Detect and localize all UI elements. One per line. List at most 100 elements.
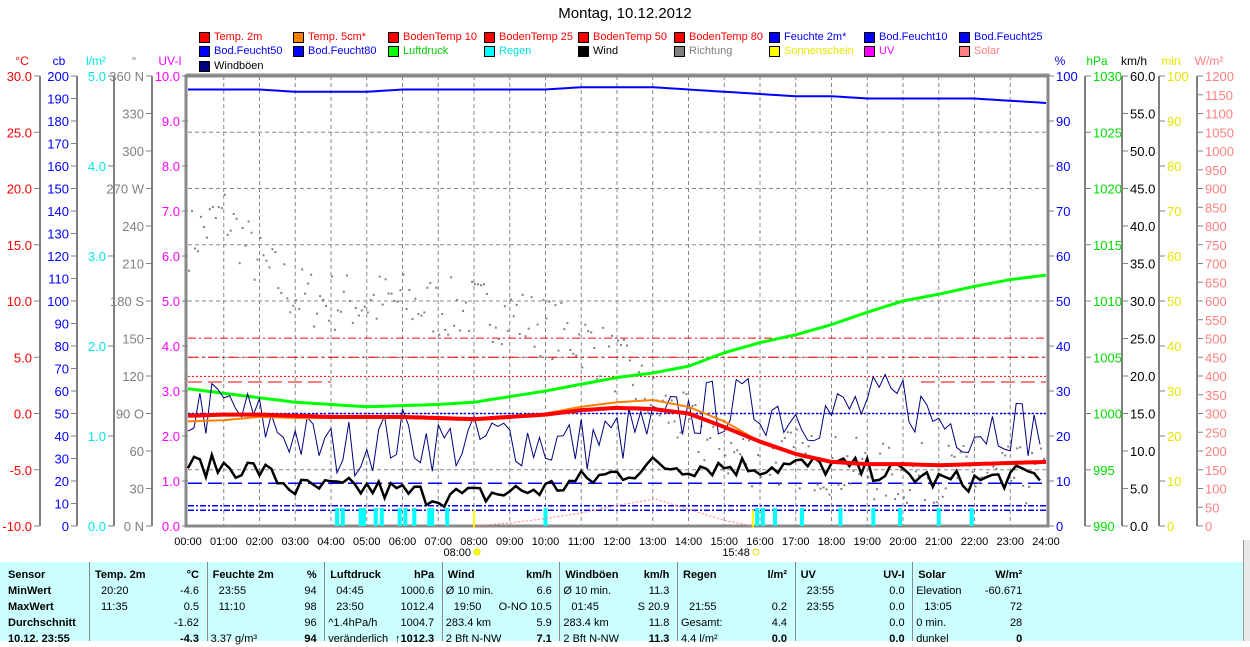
direction-dot [268, 266, 271, 269]
direction-dot [220, 207, 223, 210]
direction-dot [229, 229, 232, 232]
direction-dot [208, 208, 211, 211]
sun-icon [473, 548, 481, 556]
direction-dot [748, 439, 751, 442]
direction-dot [727, 472, 730, 475]
direction-dot [587, 330, 590, 333]
axis-tick-label: 35.0 [1130, 257, 1155, 272]
cell-value: 0.5 [183, 601, 199, 613]
direction-dot [322, 298, 325, 301]
x-tick-label: 04:00 [317, 536, 345, 548]
axis-tick-label: 30 [55, 452, 69, 467]
column-divider [912, 562, 914, 641]
cell-value: 72 [1009, 601, 1023, 613]
direction-dot [736, 449, 739, 452]
axis-tick-label: 110 [48, 272, 69, 287]
direction-dot [232, 213, 235, 216]
cell-value: 0.0 [889, 633, 905, 645]
axis-tick-label: 120 [47, 249, 69, 264]
direction-dot [381, 303, 384, 306]
direction-dot [527, 327, 530, 330]
axis-tick-label: 40 [1167, 339, 1181, 354]
x-tick-label: 01:00 [210, 536, 238, 548]
rain-bar [936, 508, 941, 526]
column-divider [206, 562, 208, 641]
direction-dot [190, 210, 193, 213]
direction-dot [456, 298, 459, 301]
x-tick-label: 00:00 [174, 536, 202, 548]
axis-tick-label: 90 [1167, 114, 1181, 129]
axis-tick-label: 7.0 [162, 204, 180, 219]
direction-dot [995, 467, 998, 470]
direction-dot [1019, 446, 1022, 449]
cell-value: 96 [304, 617, 317, 629]
direction-dot [250, 231, 253, 234]
direction-dot [1028, 485, 1031, 488]
axis-tick-label: 270 W [106, 182, 144, 197]
direction-dot [962, 445, 965, 448]
axis-tick-label: 40.0 [1130, 219, 1155, 234]
axis-tick-label: 1005 [1093, 350, 1122, 365]
direction-dot [876, 488, 879, 491]
direction-dot [316, 312, 319, 315]
direction-dot [733, 451, 736, 454]
direction-dot [271, 248, 274, 251]
direction-dot [706, 438, 709, 441]
scrollbar[interactable] [1243, 540, 1250, 641]
direction-dot [372, 293, 375, 296]
direction-dot [935, 501, 938, 504]
direction-dot [408, 289, 411, 292]
direction-dot [241, 227, 244, 230]
axis-tick-label: 50 [1167, 294, 1181, 309]
direction-dot [188, 269, 190, 272]
direction-dot [342, 290, 345, 293]
direction-dot [1025, 502, 1028, 505]
direction-dot [465, 301, 468, 304]
direction-dot [202, 226, 205, 229]
axis-tick-label: 0 [1167, 519, 1174, 534]
direction-dot [780, 440, 783, 443]
direction-dot [676, 436, 679, 439]
direction-dot [474, 283, 476, 286]
cell-value: 0.0 [889, 601, 905, 613]
direction-dot [625, 344, 628, 347]
rain-bar [799, 508, 804, 526]
cell-value: 94 [304, 585, 317, 597]
direction-dot [488, 323, 491, 326]
axis-tick-label: 10 [55, 497, 69, 512]
axis-tick-label: 0.0 [88, 519, 106, 534]
direction-dot [471, 280, 474, 283]
direction-dot [447, 333, 450, 336]
direction-dot [450, 276, 453, 279]
direction-dot [599, 375, 602, 378]
cell-value: -1.62 [173, 617, 199, 629]
row-label: 10.12. 23:55 [8, 633, 70, 645]
direction-dot [652, 376, 655, 379]
direction-dot [697, 451, 700, 454]
axis-tick-label: 8.0 [162, 159, 180, 174]
axis-tick-label: 150 [1205, 463, 1227, 478]
direction-dot [834, 436, 837, 439]
axis-tick-label: 650 [1205, 275, 1227, 290]
direction-dot [259, 237, 262, 240]
direction-dot [542, 299, 545, 302]
direction-dot [867, 476, 870, 479]
direction-dot [920, 442, 923, 445]
direction-dot [325, 304, 328, 307]
direction-dot [328, 319, 331, 322]
axis-unit-press: hPa [1086, 54, 1108, 68]
rain-bar [361, 508, 366, 526]
direction-dot [533, 345, 536, 348]
axis-tick-label: 50 [1205, 500, 1219, 515]
direction-dot [238, 262, 241, 265]
axis-tick-label: 60 [130, 444, 144, 459]
direction-dot [444, 328, 447, 331]
axis-tick-label: 20.0 [1130, 369, 1155, 384]
direction-dot [965, 455, 968, 458]
direction-dot [339, 310, 342, 313]
cell-value: 11.3 [648, 633, 670, 645]
axis-tick-label: 0 N [124, 519, 144, 534]
direction-dot [709, 436, 712, 439]
direction-dot [837, 483, 840, 486]
x-tick-label: 18:00 [818, 536, 846, 548]
